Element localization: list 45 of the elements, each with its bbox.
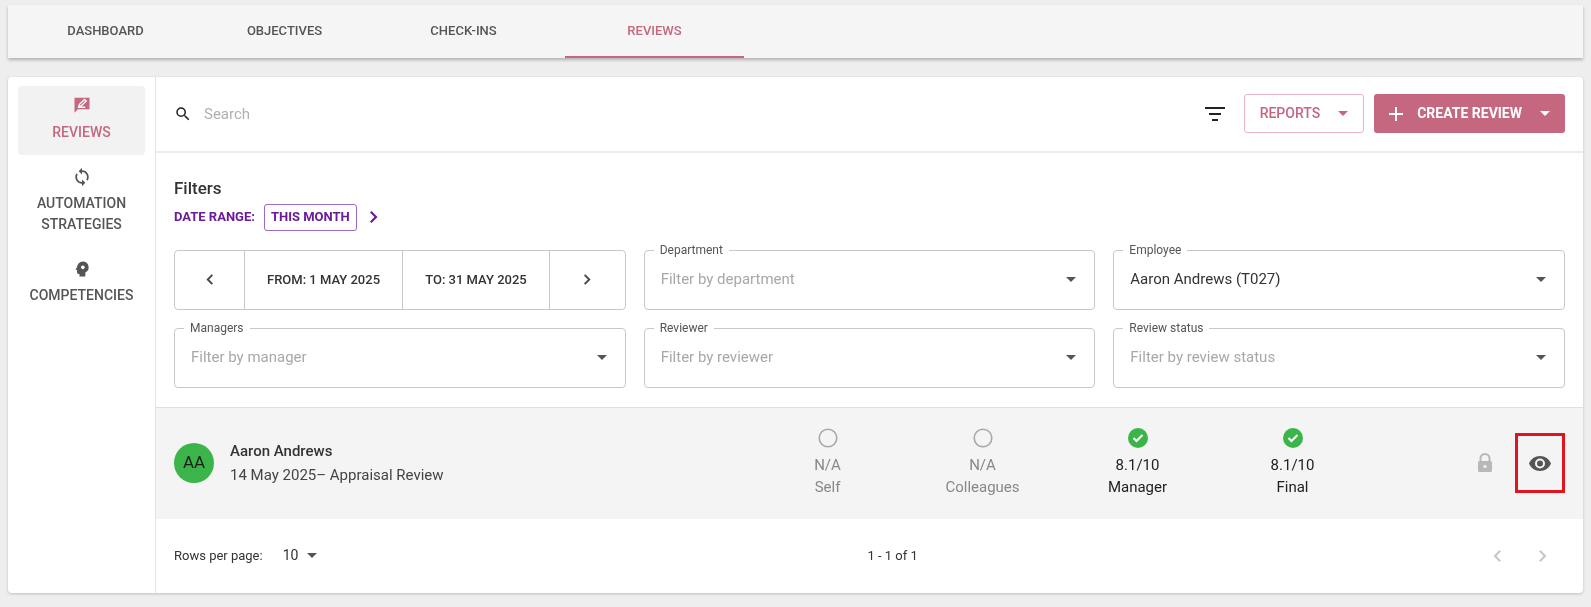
tab[interactable]: DASHBOARD <box>16 5 195 58</box>
score-label: Final <box>1276 477 1309 498</box>
reports-button[interactable]: REPORTS <box>1243 94 1365 134</box>
caret-icon <box>1338 111 1349 117</box>
create-review-button[interactable]: CREATE REVIEW <box>1374 94 1565 134</box>
caret-icon <box>596 355 607 360</box>
chevron-left-icon[interactable] <box>1493 549 1501 562</box>
pagination-range: 1 - 1 of 1 <box>867 547 918 565</box>
sidebar-item[interactable]: COMPETENCIES <box>18 249 145 318</box>
score-value: N/A <box>969 455 996 476</box>
filters-heading: Filters <box>174 176 223 199</box>
search-field[interactable]: Search <box>204 102 1205 125</box>
sidebar-item[interactable]: AUTOMATION STRATEGIES <box>18 157 145 247</box>
filter-icon[interactable] <box>1204 106 1225 121</box>
score-label: Colleagues <box>945 477 1020 498</box>
caret-icon <box>1066 355 1077 360</box>
view-button[interactable] <box>1515 433 1565 493</box>
avatar: AA <box>174 443 214 483</box>
caret-icon <box>307 553 318 559</box>
caret-icon <box>1536 277 1546 282</box>
date-range-label: DATE RANGE: <box>174 208 255 227</box>
score-label: Manager <box>1107 477 1168 498</box>
caret-icon <box>1066 277 1077 282</box>
caret-icon <box>1540 111 1550 117</box>
plus-icon <box>1389 106 1404 121</box>
to-date[interactable]: TO: 31 MAY 2025 <box>403 250 550 309</box>
rows-per-page-label: Rows per page: <box>174 547 263 565</box>
date-range-chip[interactable]: THIS MONTH <box>263 203 357 231</box>
chevron-right-icon <box>583 274 591 285</box>
review-row[interactable]: AA Aaron Andrews 14 May 2025– Appraisal Review N/A Self N/A Colleagues 8.1/10 Manager 8.1/10 Final <box>156 406 1583 519</box>
tab[interactable]: OBJECTIVES <box>195 5 374 58</box>
score-label: Self <box>814 477 841 498</box>
score-value: 8.1/10 <box>1115 455 1160 476</box>
tab[interactable]: CHECK-INS <box>374 5 553 58</box>
employee-name: Aaron Andrews <box>230 440 334 462</box>
chevron-left-icon <box>206 274 213 285</box>
caret-icon <box>1536 355 1546 360</box>
eye-icon <box>1529 455 1551 471</box>
score-value: N/A <box>814 455 841 476</box>
search-icon <box>174 104 192 123</box>
rows-per-page-select[interactable]: 10 <box>282 545 318 567</box>
from-date[interactable]: FROM: 1 MAY 2025 <box>245 250 403 309</box>
review-title: 14 May 2025– Appraisal Review <box>230 465 445 486</box>
score-value: 8.1/10 <box>1270 455 1315 476</box>
chevron-right-icon[interactable] <box>369 211 378 223</box>
